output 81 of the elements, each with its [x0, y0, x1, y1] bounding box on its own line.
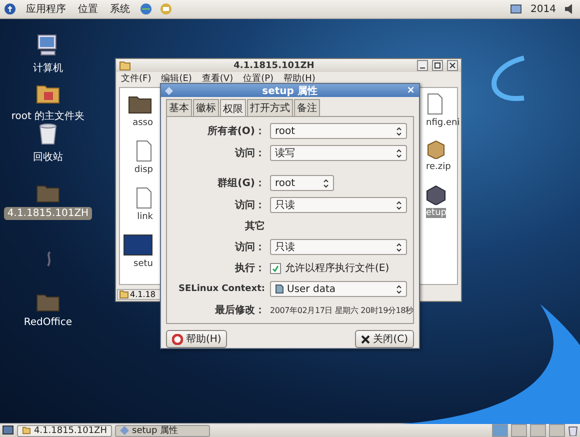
- menu-item[interactable]: 文件(F): [121, 72, 152, 85]
- field-label: 执行：: [234, 262, 265, 275]
- image-thumbnail: [123, 234, 153, 256]
- file-label[interactable]: setu: [134, 259, 153, 269]
- menu-item[interactable]: 应用程序: [24, 2, 68, 16]
- lifebuoy-icon: [172, 334, 183, 344]
- folder-icon: [119, 60, 131, 71]
- document-icon: [426, 93, 444, 115]
- dropdown[interactable]: 读写: [270, 145, 407, 161]
- menu-item[interactable]: 帮助(H): [284, 72, 316, 85]
- field-label: 访问：: [234, 198, 265, 212]
- maximize-icon: [434, 62, 441, 69]
- help-button[interactable]: 帮助(H): [166, 330, 228, 348]
- status-text: 4.1.18: [130, 290, 156, 298]
- close-button[interactable]: 关闭(C): [355, 330, 414, 348]
- taskbar-button[interactable]: setup 属性: [115, 424, 210, 436]
- field-label: 访问：: [234, 240, 265, 254]
- document-icon: [135, 140, 153, 162]
- field-label: 所有者(O)：: [206, 124, 265, 138]
- field-label: 访问：: [234, 146, 265, 160]
- field-label: 群组(G)：: [216, 176, 265, 190]
- document-icon: [135, 187, 153, 209]
- menu-item[interactable]: 系统: [108, 2, 132, 16]
- box-icon: [426, 139, 446, 159]
- dropdown[interactable]: 只读: [270, 239, 407, 255]
- menu-item[interactable]: 编辑(E): [161, 72, 192, 85]
- file-label[interactable]: re.zip: [426, 162, 451, 172]
- file-label[interactable]: disp: [134, 165, 153, 175]
- spin-arrows-icon: [396, 148, 402, 158]
- icon-label[interactable]: root 的主文件夹: [8, 108, 88, 124]
- menu-item[interactable]: 查看(V): [202, 72, 234, 85]
- folder-icon: [22, 426, 31, 435]
- minimize-button[interactable]: [417, 60, 428, 71]
- close-icon: [449, 62, 456, 69]
- section-heading: 其它: [244, 219, 265, 233]
- spin-arrows-icon: [396, 200, 402, 210]
- diamond-icon: [120, 426, 129, 435]
- trash-icon: [37, 122, 59, 146]
- clock[interactable]: 2014: [530, 4, 556, 14]
- tab[interactable]: 备注: [294, 99, 320, 116]
- spin-arrows-icon: [396, 242, 402, 252]
- icon-label[interactable]: 4.1.1815.101ZH: [4, 207, 92, 220]
- tab[interactable]: 打开方式: [247, 99, 293, 116]
- checkbox-box[interactable]: [270, 262, 281, 274]
- checkbox-label[interactable]: 允许以程序执行文件(E): [285, 261, 390, 275]
- globe-icon[interactable]: [140, 3, 152, 15]
- close-icon: [361, 334, 370, 344]
- file-label[interactable]: link: [137, 212, 153, 222]
- tab[interactable]: 权限: [220, 99, 246, 117]
- folder-icon: [119, 290, 129, 298]
- diamond-icon: [165, 86, 173, 94]
- dialog-title: setup 属性: [261, 84, 318, 98]
- tab[interactable]: 基本: [166, 99, 192, 116]
- field-label: 最后修改：: [214, 304, 265, 317]
- icon-label[interactable]: 计算机: [30, 60, 66, 76]
- dropdown[interactable]: 只读: [270, 197, 407, 213]
- window-title: 4.1.1815.101ZH: [232, 60, 316, 70]
- menu-item[interactable]: 位置: [76, 2, 100, 16]
- field-label: SELinux Context:: [177, 284, 265, 294]
- taskbar-button[interactable]: 4.1.1815.101ZH: [17, 424, 112, 436]
- network-icon[interactable]: [508, 3, 523, 15]
- icon-label[interactable]: RedOffice: [20, 316, 76, 329]
- document-icon: [275, 284, 284, 294]
- file-label[interactable]: nfig.eni: [426, 118, 460, 128]
- spin-arrows-icon: [323, 178, 329, 188]
- dropdown[interactable]: User data: [270, 281, 407, 297]
- icon-label[interactable]: 回收站: [30, 149, 66, 165]
- menu-item[interactable]: 位置(P): [243, 72, 274, 85]
- dropdown[interactable]: root: [270, 123, 407, 139]
- desktop-icon[interactable]: [2, 425, 14, 436]
- spin-arrows-icon: [396, 284, 402, 294]
- file-label[interactable]: asso: [132, 118, 153, 128]
- tab[interactable]: 徽标: [193, 99, 219, 116]
- checkmark-icon: [272, 264, 279, 272]
- cube-icon: [426, 185, 446, 205]
- modified-date: 2007年02月17日 星期六 20时19分18秒: [270, 304, 414, 316]
- maximize-button[interactable]: [432, 60, 443, 71]
- close-button[interactable]: [447, 60, 458, 71]
- spin-arrows-icon: [396, 126, 402, 136]
- trash-icon[interactable]: [568, 425, 578, 436]
- dropdown[interactable]: root: [270, 175, 334, 191]
